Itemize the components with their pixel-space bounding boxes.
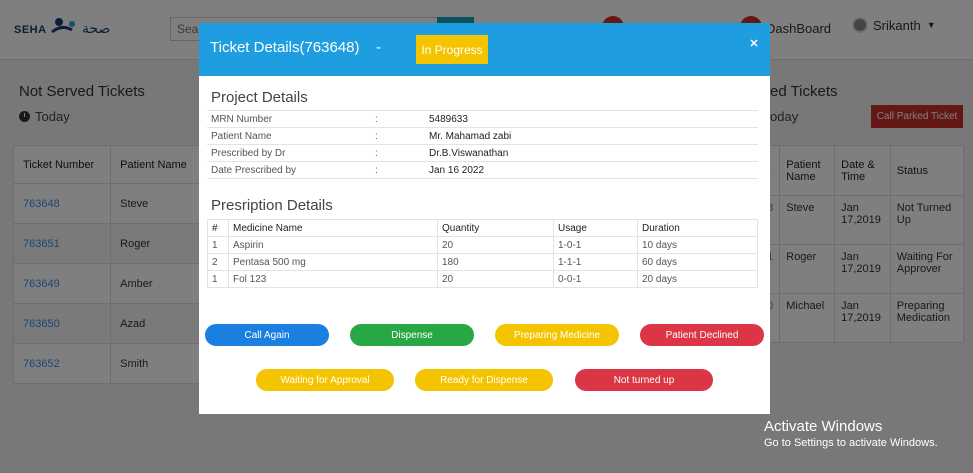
detail-separator: : [371,161,425,179]
detail-value: Dr.B.Viswanathan [425,144,758,162]
watermark-line-1: Activate Windows [764,418,883,435]
quantity: 20 [437,236,554,254]
duration: 10 days [637,236,758,254]
detail-row: Date Prescribed by : Jan 16 2022 [207,161,758,179]
detail-separator: : [371,144,425,162]
quantity: 20 [437,270,554,288]
usage: 1-0-1 [553,236,638,254]
usage: 0-0-1 [553,270,638,288]
title-separator: - [376,39,381,56]
close-icon[interactable] [748,37,760,49]
detail-row: Patient Name : Mr. Mahamad zabi [207,127,758,145]
column-header: # [207,219,229,237]
usage: 1-1-1 [553,253,638,271]
table-row: 1 Aspirin 20 1-0-1 10 days [207,236,758,254]
row-number: 2 [207,253,229,271]
project-details-table: MRN Number : 5489633 Patient Name : Mr. … [207,110,758,179]
dispense-button[interactable]: Dispense [350,324,474,346]
call-again-button[interactable]: Call Again [205,324,329,346]
duration: 20 days [637,270,758,288]
project-details-heading: Project Details [211,89,308,106]
detail-separator: : [371,110,425,128]
detail-row: Prescribed by Dr : Dr.B.Viswanathan [207,144,758,162]
activate-windows-watermark: Activate Windows Go to Settings to activ… [764,418,938,449]
status-badge: In Progress [416,35,488,64]
column-header: Medicine Name [228,219,438,237]
ready-for-dispense-button[interactable]: Ready for Dispense [415,369,553,391]
column-header: Usage [553,219,638,237]
detail-label: MRN Number [207,110,371,128]
medicine-name: Aspirin [228,236,438,254]
detail-separator: : [371,127,425,145]
detail-label: Patient Name [207,127,371,145]
table-row: 2 Pentasa 500 mg 180 1-1-1 60 days [207,253,758,271]
prescription-heading: Presription Details [211,197,333,214]
detail-row: MRN Number : 5489633 [207,110,758,128]
column-header: Quantity [437,219,554,237]
detail-value: Jan 16 2022 [425,161,758,179]
row-number: 1 [207,270,229,288]
detail-value: Mr. Mahamad zabi [425,127,758,145]
row-number: 1 [207,236,229,254]
preparing-medicine-button[interactable]: Preparing Medicine [495,324,619,346]
detail-label: Prescribed by Dr [207,144,371,162]
quantity: 180 [437,253,554,271]
medicine-name: Pentasa 500 mg [228,253,438,271]
waiting-for-approval-button[interactable]: Waiting for Approval [256,369,394,391]
prescription-table: # Medicine Name Quantity Usage Duration … [207,219,758,288]
duration: 60 days [637,253,758,271]
modal-title: Ticket Details(763648) [210,39,360,56]
medicine-name: Fol 123 [228,270,438,288]
modal-header: Ticket Details(763648) - In Progress [199,23,770,76]
detail-label: Date Prescribed by [207,161,371,179]
table-header-row: # Medicine Name Quantity Usage Duration [207,219,758,237]
patient-declined-button[interactable]: Patient Declined [640,324,764,346]
not-turned-up-button[interactable]: Not turned up [575,369,713,391]
watermark-line-2: Go to Settings to activate Windows. [764,437,938,449]
detail-value: 5489633 [425,110,758,128]
column-header: Duration [637,219,758,237]
table-row: 1 Fol 123 20 0-0-1 20 days [207,270,758,288]
ticket-details-modal: Ticket Details(763648) - In Progress Pro… [199,23,770,414]
